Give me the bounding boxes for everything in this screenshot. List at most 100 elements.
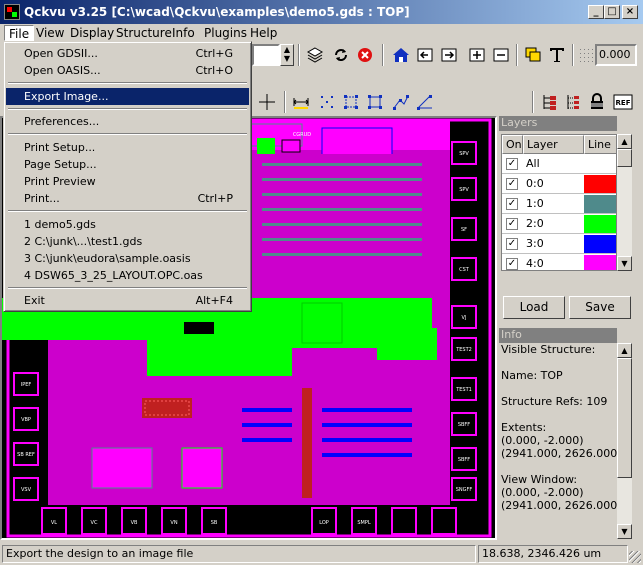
save-button[interactable]: Save [569,296,631,319]
menu-print[interactable]: Print... Ctrl+P [6,190,249,207]
grid-icon[interactable] [575,44,597,66]
pad-label: SB [211,520,218,526]
scroll-down-icon[interactable]: ▼ [617,256,632,271]
layers-panel-title: Layers [499,116,617,131]
layers-col-layer[interactable]: Layer [523,135,584,154]
layer-row-0-0[interactable]: ✓ 0:0 [502,174,616,194]
text-toggle-icon[interactable] [546,44,568,66]
layer-row-1-0[interactable]: ✓ 1:0 [502,194,616,214]
app-icon [4,4,20,20]
app-window: Qckvu v3.25 [C:\wcad\Qckvu\examples\demo… [0,0,643,565]
layer-color-swatch[interactable] [584,175,616,193]
pad-label: VN [170,520,177,526]
pad-label: SPV [459,151,469,157]
menu-recent-2[interactable]: 2 C:\junk\...\test1.gds [6,233,249,250]
menu-print-setup[interactable]: Print Setup... [6,139,249,156]
pad-label: VJ [462,315,467,321]
load-button[interactable]: Load [503,296,565,319]
scroll-up-icon[interactable]: ▲ [617,343,632,358]
layer-checkbox[interactable]: ✓ [506,258,518,270]
zoom-out-icon[interactable] [490,44,512,66]
layer-checkbox[interactable]: ✓ [506,198,518,210]
pad-label: SNGFF [456,487,473,493]
title-bar[interactable]: Qckvu v3.25 [C:\wcad\Qckvu\examples\demo… [0,0,643,24]
scroll-down-icon[interactable]: ▼ [617,524,632,539]
scroll-up-icon[interactable]: ▲ [617,134,632,149]
stop-icon[interactable] [354,44,376,66]
info-panel-title: Info [499,328,617,343]
pan-left-icon[interactable] [414,44,436,66]
pad-label: TEST2 [455,347,472,353]
measure-icon[interactable] [290,91,312,113]
refresh-icon[interactable] [330,44,352,66]
select-box-icon[interactable] [340,91,362,113]
hierarchy-dots-icon[interactable] [562,91,584,113]
layer-row-4-0[interactable]: ✓ 4:0 [502,254,616,270]
layer-color-swatch[interactable] [584,255,616,270]
menu-display[interactable]: Display [66,25,118,41]
fill-toggle-icon[interactable] [522,44,544,66]
scroll-thumb[interactable] [617,149,632,167]
menu-view[interactable]: View [32,25,68,41]
layer-color-swatch[interactable] [584,235,616,253]
menu-open-gdsii[interactable]: Open GDSII... Ctrl+G [6,45,249,62]
layers-col-line[interactable]: Line [584,135,616,154]
ref-icon[interactable]: REF [612,91,634,113]
menu-help[interactable]: Help [246,25,281,41]
select-rect-icon[interactable] [364,91,386,113]
layer-color-swatch[interactable] [584,195,616,213]
pad-label: CGRUD [293,132,311,138]
menu-file[interactable]: File [4,25,35,41]
info-scrollbar[interactable]: ▲ ▼ [617,343,632,539]
layer-color-swatch[interactable] [584,215,616,233]
menu-plugins[interactable]: Plugins [200,25,251,41]
select-points-icon[interactable] [316,91,338,113]
layer-color-swatch[interactable] [584,155,616,173]
layer-checkbox[interactable]: ✓ [506,238,518,250]
menu-exit[interactable]: Exit Alt+F4 [6,292,249,309]
status-message: Export the design to an image file [2,545,476,563]
menu-recent-1[interactable]: 1 demo5.gds [6,216,249,233]
layer-checkbox[interactable]: ✓ [506,158,518,170]
status-bar: Export the design to an image file 18.63… [0,543,643,565]
menu-page-setup[interactable]: Page Setup... [6,156,249,173]
menu-recent-4[interactable]: 4 DSW65_3_25_LAYOUT.OPC.oas [6,267,249,284]
status-coordinates: 18.638, 2346.426 um [478,545,628,563]
layer-checkbox[interactable]: ✓ [506,218,518,230]
layer-row-all[interactable]: ✓ All [502,154,616,174]
menu-info[interactable]: Info [168,25,199,41]
menu-export-image[interactable]: Export Image... [6,88,249,105]
layer-row-2-0[interactable]: ✓ 2:0 [502,214,616,234]
layers-col-on[interactable]: On [502,135,523,154]
angle-icon[interactable] [414,91,436,113]
lock-icon[interactable] [586,91,608,113]
menu-bar: File View Display Structure Info Plugins… [0,24,643,42]
zoom-in-icon[interactable] [466,44,488,66]
maximize-button[interactable]: □ [604,5,620,19]
menu-open-oasis[interactable]: Open OASIS... Ctrl+O [6,62,249,79]
polyline-icon[interactable] [390,91,412,113]
resize-grip-icon[interactable] [629,551,641,563]
pad-label: VL [51,520,57,526]
close-button[interactable]: × [622,5,638,19]
structure-spinner[interactable]: ▲ ▼ [280,44,294,66]
menu-print-preview[interactable]: Print Preview [6,173,249,190]
grid-value-field[interactable]: 0.000 [595,44,637,66]
layer-checkbox[interactable]: ✓ [506,178,518,190]
pad-label: CST [459,267,470,273]
structure-combo[interactable] [252,44,280,66]
layer-row-3-0[interactable]: ✓ 3:0 [502,234,616,254]
home-icon[interactable] [390,44,412,66]
hierarchy-icon[interactable] [538,91,560,113]
layers-scrollbar[interactable]: ▲ ▼ [617,134,632,271]
crosshair-icon[interactable] [256,91,278,113]
menu-structure[interactable]: Structure [112,25,176,41]
window-title: Qckvu v3.25 [C:\wcad\Qckvu\examples\demo… [24,5,410,19]
scroll-thumb[interactable] [617,358,632,478]
pan-right-icon[interactable] [438,44,460,66]
layers-stack-icon[interactable] [304,44,326,66]
layers-table: On Layer Line ✓ All ✓ 0:0 ✓ 1:0 ✓ 2:0 ✓ … [501,134,617,271]
minimize-button[interactable]: _ [588,5,604,19]
menu-recent-3[interactable]: 3 C:\junk\eudora\sample.oasis [6,250,249,267]
menu-preferences[interactable]: Preferences... [6,113,249,130]
